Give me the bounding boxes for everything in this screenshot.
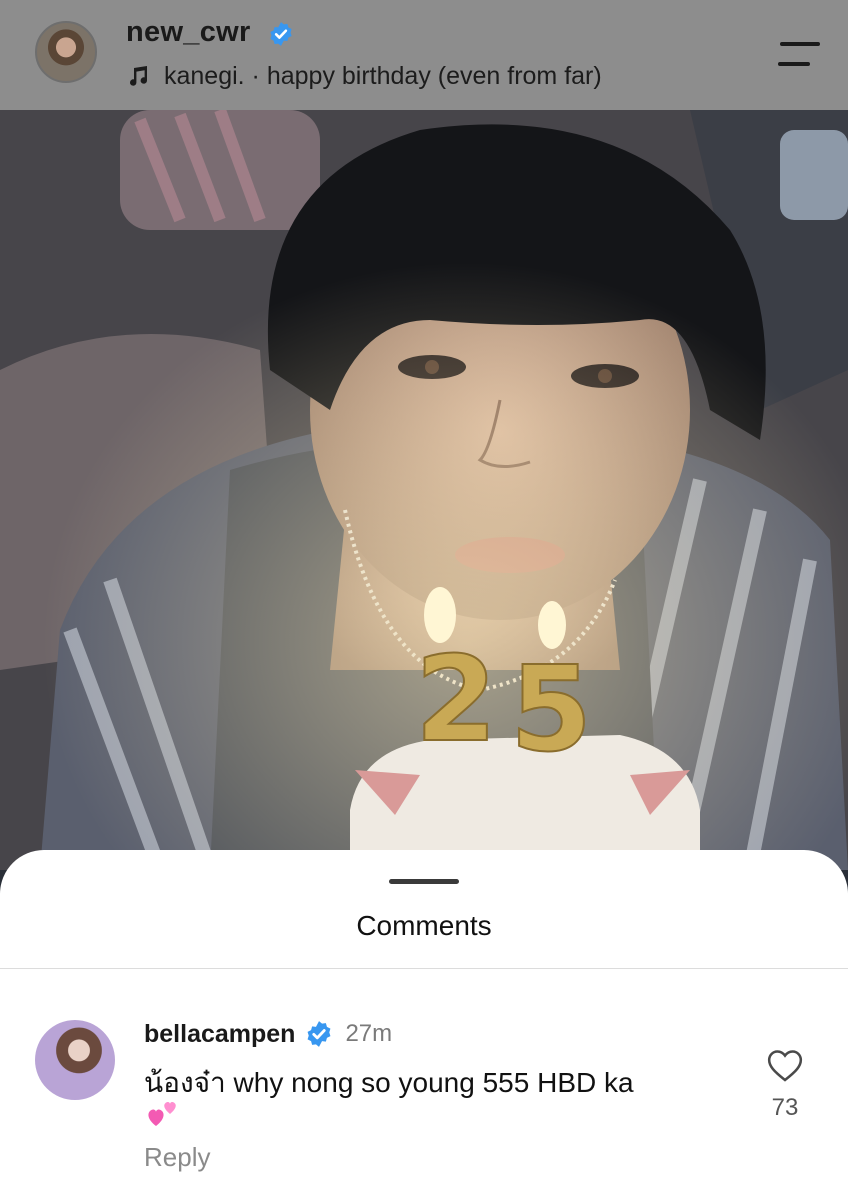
divider: [0, 968, 848, 969]
sheet-drag-handle[interactable]: [389, 879, 459, 884]
svg-text:2: 2: [415, 630, 497, 768]
commenter-avatar[interactable]: [35, 1020, 115, 1100]
post-username[interactable]: new_cwr: [126, 16, 251, 49]
commenter-username[interactable]: bellacampen: [144, 1020, 295, 1049]
music-track-label: kanegi. · happy birthday (even from far): [164, 61, 602, 90]
comments-title: Comments: [356, 910, 492, 941]
music-row[interactable]: kanegi. · happy birthday (even from far): [126, 60, 602, 92]
comment-header: bellacampen 27m: [144, 1018, 392, 1050]
post-photo: 2 5: [0, 110, 848, 870]
menu-icon[interactable]: [776, 40, 822, 68]
revolving-hearts-emoji-icon: [148, 1102, 176, 1126]
reply-button[interactable]: Reply: [144, 1142, 210, 1173]
music-note-icon: [130, 66, 147, 86]
verified-badge-icon: [308, 1021, 331, 1047]
comment-text: น้องจ๋า why nong so young 555 HBD ka: [144, 1067, 634, 1098]
birthday-photo: 2 5: [0, 110, 848, 870]
comments-sheet: Comments bellacampen 27m น้องจ๋า why non…: [0, 850, 848, 1200]
post-header: new_cwr kanegi. · happy birthday (even f…: [0, 0, 848, 110]
like-count: 73: [771, 1094, 799, 1121]
heart-icon[interactable]: [766, 1047, 804, 1083]
profile-avatar[interactable]: [35, 21, 97, 83]
verified-badge-icon: [270, 22, 292, 46]
svg-text:5: 5: [510, 640, 592, 778]
comment-timestamp: 27m: [345, 1020, 393, 1047]
